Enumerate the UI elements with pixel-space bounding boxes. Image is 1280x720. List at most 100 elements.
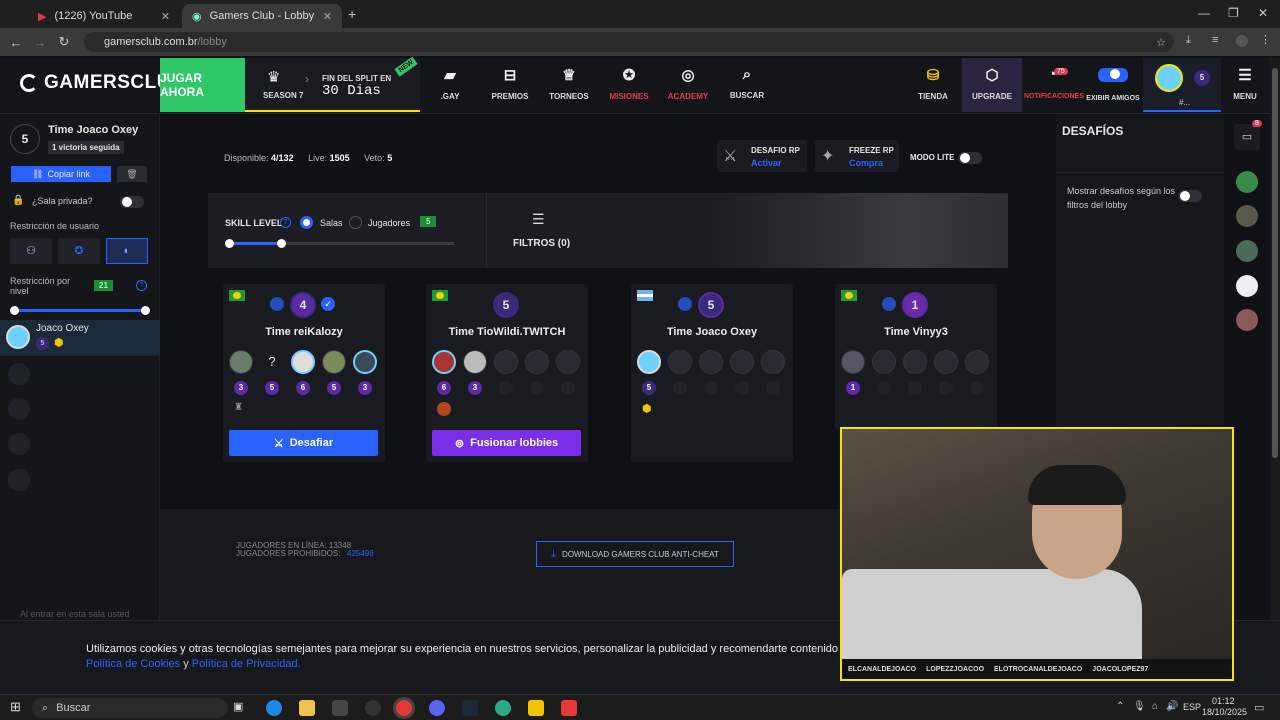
- user-profile-button[interactable]: 5 #...: [1143, 58, 1221, 112]
- unknown-player-icon[interactable]: ?: [260, 350, 284, 374]
- challenge-rp-card[interactable]: ⚔ DESAFIO RP Activar: [717, 140, 807, 172]
- trash-icon[interactable]: 🗑: [117, 166, 147, 182]
- rooms-radio[interactable]: [300, 216, 313, 229]
- nav-torneos[interactable]: ♕ TORNEOS: [541, 66, 597, 101]
- player-avatar[interactable]: [463, 350, 487, 374]
- player-avatar[interactable]: [291, 350, 315, 374]
- app-icon[interactable]: [365, 700, 381, 716]
- challenges-filter-toggle[interactable]: [1178, 190, 1202, 202]
- empty-player-slot[interactable]: [556, 350, 580, 374]
- file-explorer-icon[interactable]: [299, 700, 315, 716]
- skill-slider-max-handle[interactable]: [277, 239, 286, 248]
- close-icon[interactable]: ✕: [161, 10, 170, 23]
- slider-handle-min[interactable]: [10, 306, 19, 315]
- chat-icon[interactable]: ▭: [1234, 124, 1260, 150]
- empty-player-slot[interactable]: [525, 350, 549, 374]
- slider-handle-max[interactable]: [141, 306, 150, 315]
- empty-player-slot[interactable]: [934, 350, 958, 374]
- player-avatar[interactable]: [229, 350, 253, 374]
- forward-icon[interactable]: →: [28, 35, 52, 50]
- freeze-rp-action[interactable]: Compra: [849, 158, 883, 168]
- empty-slot[interactable]: [8, 398, 30, 420]
- players-radio[interactable]: [349, 216, 362, 229]
- discord-icon[interactable]: [429, 700, 445, 716]
- empty-player-slot[interactable]: [761, 350, 785, 374]
- new-tab-button[interactable]: +: [348, 6, 356, 22]
- copy-link-button[interactable]: ⛓ Copiar link: [11, 166, 111, 182]
- challenge-button[interactable]: ⚔ Desafiar: [229, 430, 378, 456]
- challenge-rp-action[interactable]: Activar: [751, 158, 782, 168]
- cookie-policy-link[interactable]: Política de Cookies: [86, 658, 180, 670]
- level-range-slider[interactable]: [14, 309, 146, 312]
- empty-player-slot[interactable]: [872, 350, 896, 374]
- help-icon[interactable]: ?: [136, 280, 147, 291]
- private-room-toggle[interactable]: [120, 196, 144, 208]
- friend-avatar[interactable]: [1236, 171, 1258, 193]
- empty-player-slot[interactable]: [668, 350, 692, 374]
- clock-time[interactable]: 01:12: [1212, 696, 1235, 706]
- tab-gamersclub[interactable]: ◉ Gamers Club - Lobby Counter-Str ✕: [182, 4, 342, 28]
- lobby-card[interactable]: 5 Time TioWildi.TWITCH 6 3 ⊚ Fusionar lob…: [426, 284, 588, 462]
- page-scrollbar[interactable]: [1270, 58, 1280, 694]
- friend-avatar[interactable]: [1236, 240, 1258, 262]
- mic-icon[interactable]: 🎙: [1133, 701, 1146, 712]
- verified-restriction-icon[interactable]: ✪: [58, 238, 100, 264]
- tray-chevron-icon[interactable]: ⌃: [1116, 701, 1124, 712]
- tab-youtube[interactable]: ▶ (1226) YouTube ✕: [28, 4, 180, 28]
- lobby-card[interactable]: 4 ✓ Time reiKalozy ? 3 5 6 5 3 ♜ ⚔ Desafi…: [223, 284, 385, 462]
- lite-mode-toggle[interactable]: [958, 152, 982, 164]
- nav-academy[interactable]: ◎ ACADEMY: [660, 66, 716, 101]
- banned-players-value[interactable]: 425498: [347, 549, 374, 558]
- friends-toggle[interactable]: [1098, 68, 1128, 82]
- reload-icon[interactable]: ↻: [52, 34, 76, 50]
- empty-slot[interactable]: [8, 469, 30, 491]
- lobby-card[interactable]: 1 Time Vinyy3 1: [835, 284, 997, 429]
- users-restriction-icon[interactable]: ⚇: [10, 238, 52, 264]
- season-banner[interactable]: ♛ SEASON 7 › FIN DEL SPLIT EN 30 Dias NE…: [245, 56, 420, 112]
- restore-button[interactable]: ❐: [1228, 6, 1239, 20]
- download-icon[interactable]: ⤓: [1186, 34, 1191, 47]
- taskbar-search[interactable]: ⌕ Buscar: [32, 698, 228, 718]
- empty-slot[interactable]: [8, 433, 30, 455]
- filters-button[interactable]: FILTROS (0): [513, 238, 570, 249]
- app-icon[interactable]: [561, 700, 577, 716]
- close-icon[interactable]: ✕: [323, 10, 332, 23]
- nav-exibir-amigos[interactable]: EXIBIR AMIGOS: [1086, 66, 1140, 102]
- app-icon[interactable]: [528, 700, 544, 716]
- lobby-member-row[interactable]: Joaco Oxey 5 ⬢: [0, 320, 160, 356]
- nav-gay[interactable]: ▰ .GAY: [422, 66, 478, 101]
- nav-menu[interactable]: ☰ MENU: [1222, 66, 1268, 101]
- empty-player-slot[interactable]: [965, 350, 989, 374]
- network-icon[interactable]: ⌂: [1152, 701, 1158, 712]
- empty-player-slot[interactable]: [730, 350, 754, 374]
- nav-buscar[interactable]: ⌕ BUSCAR: [719, 66, 775, 100]
- window-close-button[interactable]: ✕: [1258, 6, 1268, 20]
- download-anticheat-button[interactable]: ⤓ DOWNLOAD GAMERS CLUB ANTI-CHEAT: [536, 541, 734, 567]
- empty-player-slot[interactable]: [699, 350, 723, 374]
- player-avatar[interactable]: [322, 350, 346, 374]
- store-icon[interactable]: [332, 700, 348, 716]
- chrome-icon[interactable]: [396, 700, 412, 716]
- player-avatar[interactable]: [841, 350, 865, 374]
- player-avatar[interactable]: [353, 350, 377, 374]
- url-field[interactable]: gamersclub.com.br/lobby ☆: [84, 32, 1174, 52]
- freeze-rp-card[interactable]: ✦ FREEZE RP Compra: [815, 140, 899, 172]
- gamersclub-icon[interactable]: [495, 700, 511, 716]
- notification-center-icon[interactable]: ▭: [1254, 701, 1264, 714]
- back-icon[interactable]: ←: [4, 35, 28, 50]
- player-avatar[interactable]: [637, 350, 661, 374]
- steam-icon[interactable]: [462, 700, 478, 716]
- profile-avatar[interactable]: [1236, 35, 1248, 47]
- nav-tienda[interactable]: ⛁ TIENDA: [905, 66, 961, 101]
- bookmark-star-icon[interactable]: ☆: [1156, 36, 1166, 49]
- nav-premios[interactable]: ⊟ PREMIOS: [482, 66, 538, 101]
- privacy-policy-link[interactable]: Política de Privacidad.: [192, 658, 301, 670]
- empty-player-slot[interactable]: [494, 350, 518, 374]
- nav-upgrade[interactable]: ⬡ UPGRADE: [962, 58, 1022, 112]
- play-now-button[interactable]: JUGAR AHORA: [160, 58, 245, 112]
- friend-avatar[interactable]: [1236, 309, 1258, 331]
- help-icon[interactable]: ?: [280, 217, 291, 228]
- merge-lobbies-button[interactable]: ⊚ Fusionar lobbies: [432, 430, 581, 456]
- language-indicator[interactable]: ESP: [1183, 702, 1201, 712]
- lobby-card[interactable]: 5 Time Joaco Oxey 5 ⬢: [631, 284, 793, 462]
